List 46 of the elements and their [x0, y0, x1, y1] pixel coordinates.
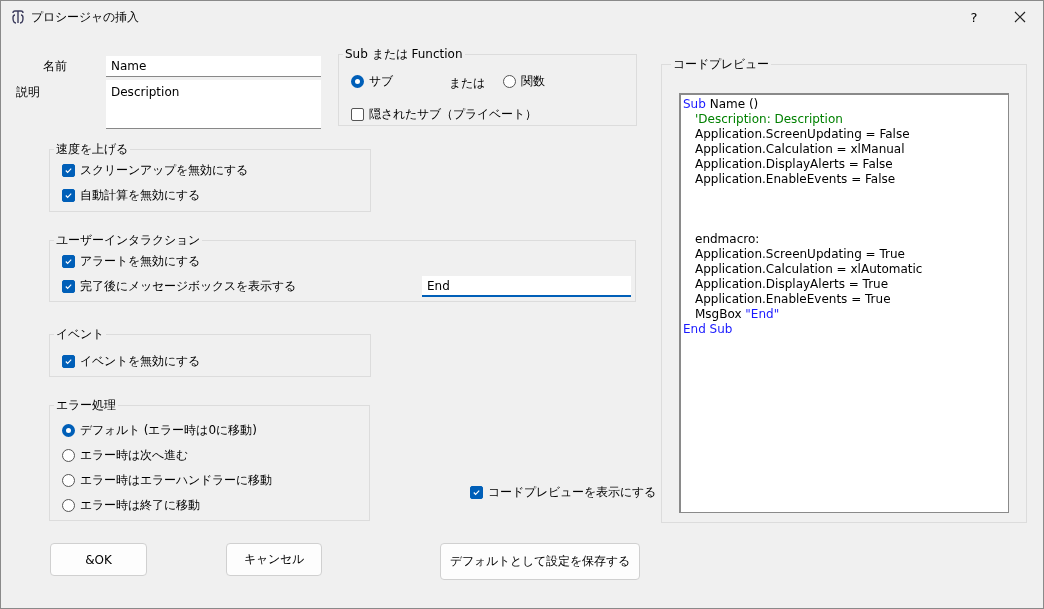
code-line: Application.ScreenUpdating = False [694, 127, 911, 142]
code-line: Application.EnableEvents = True [694, 292, 892, 307]
help-button[interactable]: ? [951, 1, 997, 33]
checkbox-option[interactable]: コードプレビューを表示にする [470, 484, 656, 501]
window-title: プロシージャの挿入 [31, 8, 139, 26]
checkbox-option[interactable]: 隠されたサブ（プライベート） [351, 106, 537, 123]
code-line: Application.ScreenUpdating = True [694, 247, 906, 262]
code-line: Application.DisplayAlerts = False [694, 157, 894, 172]
message-field[interactable]: End [422, 276, 631, 297]
group-title: Sub または Function [344, 46, 464, 63]
group-title: コードプレビュー [672, 56, 770, 73]
checkbox-option[interactable]: スクリーンアップを無効にする [62, 158, 360, 183]
field-label: 名前 [42, 58, 68, 75]
code-line: Sub Name () [683, 97, 760, 112]
group-title: イベント [55, 326, 105, 343]
radio-option[interactable]: 関数 [503, 73, 545, 90]
code-line: Application.Calculation = xlManual [694, 142, 906, 157]
group-title: 速度を上げる [55, 141, 129, 158]
ok-button[interactable]: &OK [50, 543, 147, 576]
code-line: End Sub [683, 322, 734, 337]
name-field[interactable]: Name [106, 56, 321, 77]
group-title: エラー処理 [55, 397, 117, 414]
code-line: endmacro: [694, 232, 761, 247]
code-line: Application.EnableEvents = False [694, 172, 897, 187]
app-icon [11, 10, 25, 24]
cancel-button[interactable]: キャンセル [226, 543, 322, 576]
checkbox-option[interactable]: アラートを無効にする [62, 249, 200, 274]
radio-option[interactable]: デフォルト (エラー時は0に移動) [62, 418, 359, 443]
code-line: Application.DisplayAlerts = True [694, 277, 890, 292]
description-field[interactable]: Description [106, 80, 321, 129]
checkbox-option[interactable]: 自動計算を無効にする [62, 183, 360, 208]
code-line: MsgBox "End" [694, 307, 781, 322]
checkbox-option[interactable]: イベントを無効にする [62, 349, 200, 374]
code-line: 'Description: Description [694, 112, 844, 127]
radio-option[interactable]: エラー時は次へ進む [62, 443, 359, 468]
radio-option[interactable]: サブ [351, 73, 393, 90]
radio-option[interactable]: エラー時は終了に移動 [62, 493, 359, 518]
code-preview-area[interactable] [679, 93, 1009, 513]
code-line: Application.Calculation = xlAutomatic [694, 262, 924, 277]
close-icon [1014, 11, 1026, 23]
save-defaults-button[interactable]: デフォルトとして設定を保存する [440, 543, 640, 580]
separator-label: または [449, 75, 485, 92]
group-title: ユーザーインタラクション [55, 232, 201, 249]
field-label: 説明 [16, 84, 41, 101]
checkbox-option[interactable]: 完了後にメッセージボックスを表示する [62, 274, 296, 299]
radio-option[interactable]: エラー時はエラーハンドラーに移動 [62, 468, 359, 493]
